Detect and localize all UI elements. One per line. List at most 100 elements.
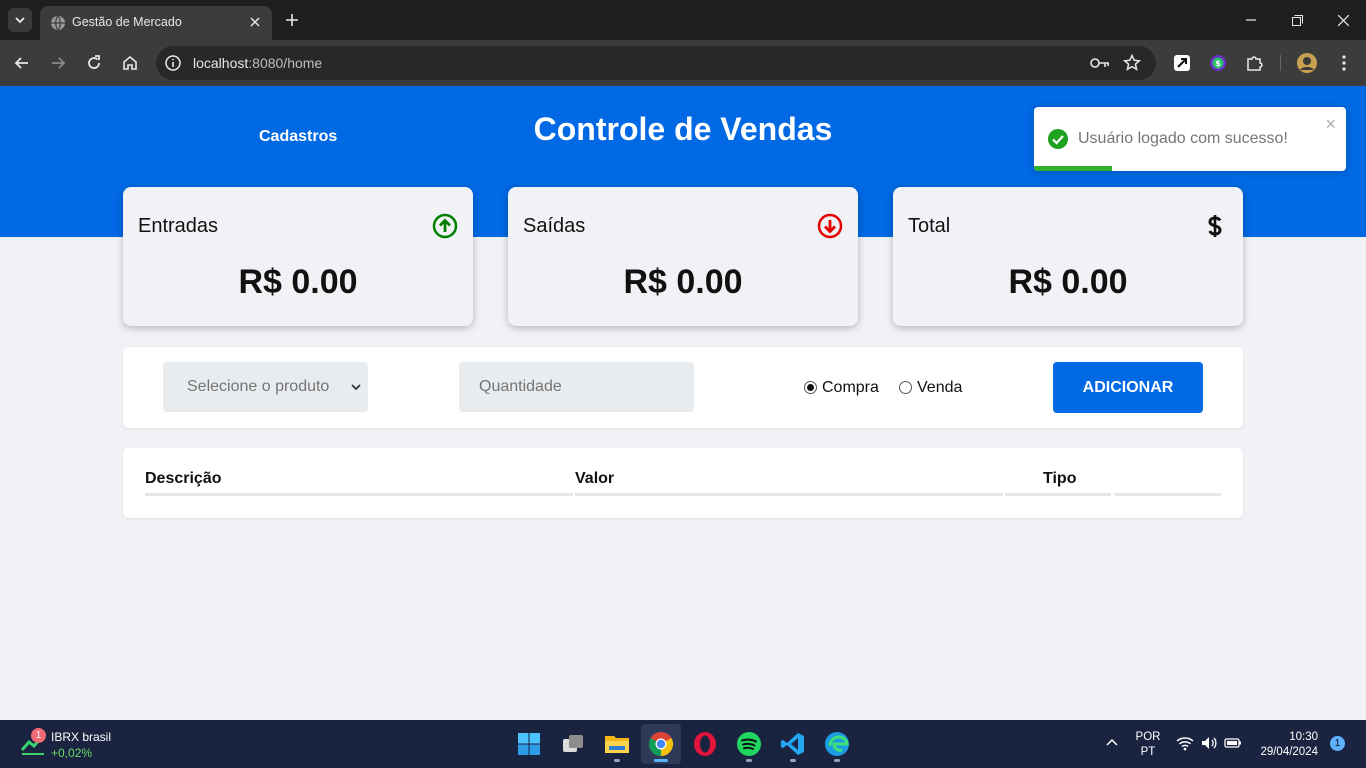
restore-button[interactable] — [1287, 10, 1307, 30]
bookmark-button[interactable] — [1122, 53, 1142, 73]
arrow-up-circle-icon — [432, 213, 458, 239]
chevron-up-icon[interactable] — [1104, 735, 1120, 751]
card-label: Total — [908, 215, 951, 237]
taskbar-app-spotify[interactable] — [729, 724, 769, 764]
home-icon — [123, 55, 137, 70]
avatar — [1297, 53, 1317, 73]
card-value: R$ 0.00 — [238, 263, 358, 301]
system-clock[interactable]: 10:30 29/04/2024 — [1252, 730, 1318, 760]
column-header-valor: Valor — [575, 470, 615, 487]
toast-progress-bar — [1034, 166, 1112, 171]
card-label: Saídas — [523, 215, 586, 237]
browser-toolbar: localhost:8080/home $ — [0, 40, 1366, 86]
dollar-icon — [1208, 215, 1222, 237]
new-tab-button[interactable] — [282, 10, 302, 30]
chevron-down-icon — [351, 384, 361, 391]
header-underline — [575, 493, 1003, 496]
minimize-icon — [1246, 19, 1256, 21]
running-indicator — [834, 759, 840, 762]
url-path: :8080/home — [248, 55, 323, 71]
active-indicator — [654, 759, 668, 762]
add-button[interactable]: ADICIONAR — [1053, 362, 1203, 413]
wifi-icon[interactable] — [1176, 734, 1194, 752]
browser-menu-button[interactable] — [1333, 52, 1355, 74]
header-underline — [145, 493, 573, 496]
close-window-button[interactable] — [1333, 10, 1353, 30]
quantity-input[interactable]: Quantidade — [459, 362, 694, 412]
more-vertical-icon — [1342, 55, 1346, 71]
chrome-icon — [648, 732, 674, 756]
plus-icon — [286, 14, 298, 26]
radio-venda[interactable] — [899, 381, 912, 394]
card-label: Entradas — [138, 215, 219, 237]
close-icon — [250, 17, 260, 27]
password-key-button[interactable] — [1090, 53, 1110, 73]
url-text: localhost:8080/home — [193, 55, 322, 71]
globe-icon — [51, 15, 65, 31]
windows-taskbar: 1 IBRX brasil +0,02% POR PT 10:30 29/04/20… — [0, 720, 1366, 768]
minimize-button[interactable] — [1241, 10, 1261, 30]
reload-button[interactable] — [82, 51, 106, 75]
card-value: R$ 0.00 — [623, 263, 743, 301]
input-language[interactable]: POR PT — [1135, 730, 1161, 760]
back-button[interactable] — [10, 51, 34, 75]
toast-close-button[interactable]: × — [1325, 115, 1336, 133]
tab-close-button[interactable] — [246, 13, 264, 31]
opera-icon — [694, 732, 716, 756]
clock-time: 10:30 — [1289, 731, 1318, 743]
svg-text:$: $ — [1215, 59, 1221, 68]
task-view-button[interactable] — [553, 724, 593, 764]
radio-compra-label[interactable]: Compra — [822, 379, 879, 397]
taskbar-app-file-explorer[interactable] — [597, 724, 637, 764]
forward-button[interactable] — [46, 51, 70, 75]
radio-compra[interactable] — [804, 381, 817, 394]
column-header-tipo: Tipo — [1043, 470, 1077, 487]
key-icon — [1090, 58, 1109, 68]
volume-icon[interactable] — [1200, 734, 1218, 752]
home-button[interactable] — [118, 51, 142, 75]
extension-button[interactable]: $ — [1207, 52, 1229, 74]
restore-icon — [1291, 14, 1303, 26]
running-indicator — [790, 759, 796, 762]
extensions-menu-button[interactable] — [1243, 52, 1265, 74]
start-button[interactable] — [509, 724, 549, 764]
extension-button[interactable] — [1171, 52, 1193, 74]
arrow-down-circle-icon — [817, 213, 843, 239]
radio-venda-label[interactable]: Venda — [917, 379, 962, 397]
notification-badge[interactable]: 1 — [1330, 736, 1345, 751]
vscode-icon — [781, 733, 804, 755]
taskbar-app-opera[interactable] — [685, 724, 725, 764]
info-icon[interactable] — [164, 54, 182, 72]
battery-icon[interactable] — [1224, 734, 1242, 752]
product-select-value: Selecione o produto — [187, 378, 330, 395]
taskbar-app-edge[interactable] — [817, 724, 857, 764]
address-bar[interactable]: localhost:8080/home — [156, 46, 1156, 80]
widget-badge: 1 — [31, 728, 46, 743]
ticker-change: +0,02% — [51, 746, 93, 760]
url-host: localhost — [193, 55, 249, 71]
ticker-name[interactable]: IBRX brasil — [51, 730, 111, 744]
header-underline — [1114, 493, 1221, 496]
star-icon — [1123, 54, 1141, 71]
tab-title: Gestão de Mercado — [72, 15, 182, 29]
toast-message: Usuário logado com sucesso! — [1078, 130, 1288, 147]
running-indicator — [614, 759, 620, 762]
card-value: R$ 0.00 — [1008, 263, 1128, 301]
extension-app-icon — [1174, 55, 1190, 71]
taskbar-app-chrome[interactable] — [641, 724, 681, 764]
card-saidas: Saídas R$ 0.00 — [508, 187, 858, 326]
product-select[interactable]: Selecione o produto — [163, 362, 368, 412]
profile-button[interactable] — [1296, 52, 1318, 74]
card-total: Total R$ 0.00 — [893, 187, 1243, 326]
transactions-table: Descrição Valor Tipo — [123, 448, 1243, 518]
tab-search-button[interactable] — [8, 8, 32, 32]
taskbar-app-vscode[interactable] — [773, 724, 813, 764]
browser-tab-bar: Gestão de Mercado — [0, 0, 1366, 40]
spotify-icon — [737, 732, 761, 756]
task-view-icon — [563, 735, 583, 752]
toolbar-divider — [1280, 55, 1281, 71]
card-entradas: Entradas R$ 0.00 — [123, 187, 473, 326]
close-icon — [1337, 14, 1349, 26]
browser-tab[interactable]: Gestão de Mercado — [40, 6, 272, 40]
language-code: POR — [1135, 731, 1161, 743]
